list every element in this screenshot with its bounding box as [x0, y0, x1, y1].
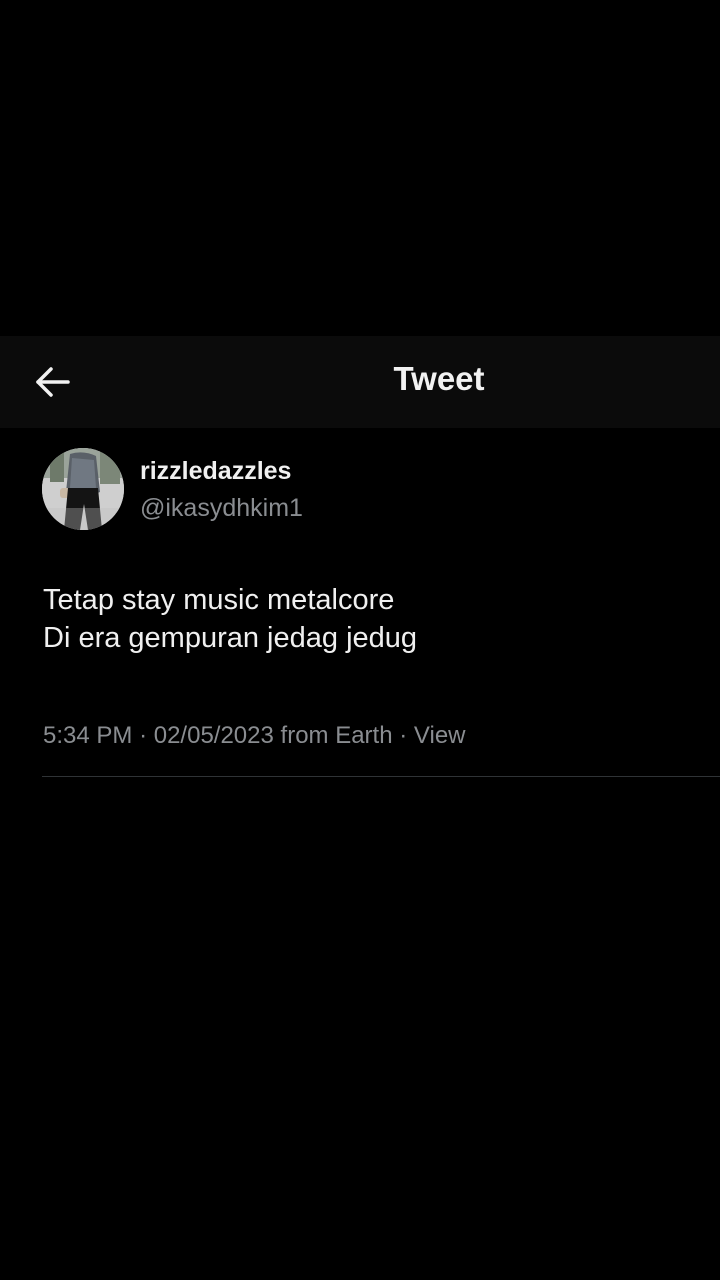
top-bar: Tweet	[0, 336, 720, 428]
author-display-name[interactable]: rizzledazzles	[140, 457, 291, 486]
view-link[interactable]: View	[414, 722, 466, 749]
tweet-meta: 5:34 PM · 02/05/2023 from Earth · View	[43, 722, 466, 750]
meta-separator: ·	[139, 722, 148, 749]
page-title: Tweet	[393, 360, 485, 397]
meta-separator: ·	[399, 722, 408, 749]
divider	[42, 776, 720, 777]
avatar[interactable]	[42, 448, 124, 530]
author-handle[interactable]: @ikasydhkim1	[140, 494, 303, 523]
tweet-text-line: Di era gempuran jedag jedug	[43, 622, 418, 654]
tweet-time: 5:34 PM	[43, 722, 133, 749]
tweet-source: from Earth	[280, 722, 393, 749]
tweet-body: Tetap stay music metalcore Di era gempur…	[43, 581, 417, 657]
tweet-date: 02/05/2023	[153, 722, 274, 749]
tweet-text-line: Tetap stay music metalcore	[43, 584, 395, 616]
profile-photo	[42, 448, 124, 530]
